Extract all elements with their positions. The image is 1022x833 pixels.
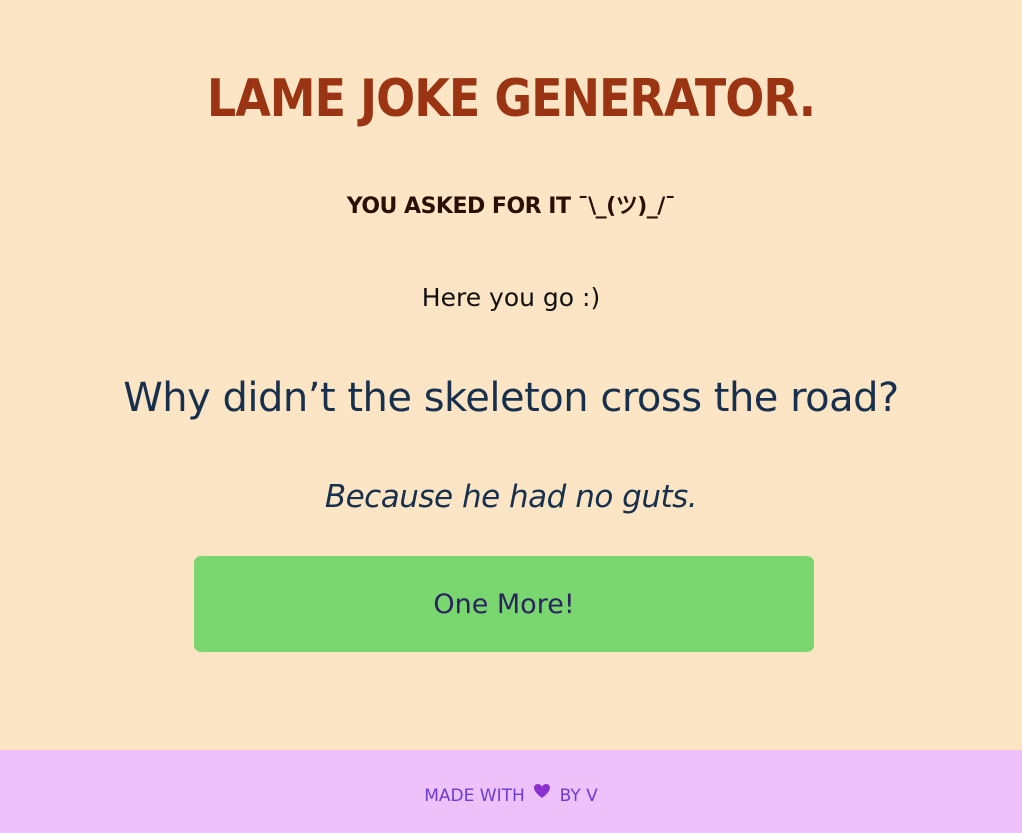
footer-credit: MADE WITH BY V [0, 784, 1022, 808]
heart-icon [533, 782, 551, 806]
page-title: LAME JOKE GENERATOR. [206, 67, 816, 129]
joke-intro: Here you go :) [421, 283, 601, 312]
joke-punchline: Because he had no guts. [324, 479, 698, 515]
footer-made-with: MADE WITH [424, 786, 525, 806]
main-section: LAME JOKE GENERATOR. YOU ASKED FOR IT ¯\… [0, 0, 1022, 750]
footer-by: BY V [559, 786, 598, 806]
joke-setup: Why didn’t the skeleton cross the road? [123, 375, 899, 421]
page-subtitle: YOU ASKED FOR IT ¯\_(ツ)_/¯ [346, 194, 676, 219]
one-more-button[interactable]: One More! [194, 556, 814, 652]
